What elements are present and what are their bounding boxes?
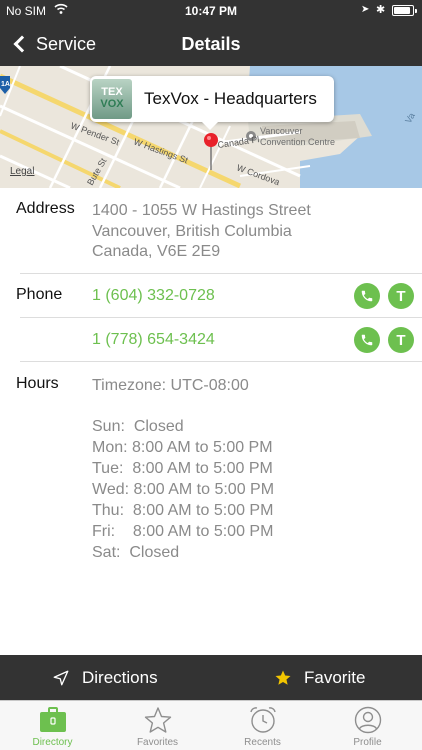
tab-profile[interactable]: Profile	[315, 701, 420, 750]
tab-bar: Directory Favorites Recents Profile	[0, 700, 422, 750]
highway-badge-label: 1A	[1, 81, 10, 88]
person-icon	[354, 706, 382, 734]
logo-line2: VOX	[100, 98, 124, 110]
text-message-button-1[interactable]: T	[388, 283, 414, 309]
hours-day: Thu:	[92, 502, 125, 519]
hours-row-sat: Sat: Closed	[92, 542, 179, 563]
star-icon	[275, 670, 291, 685]
phone-number-2[interactable]: 1 (778) 654-3424	[92, 331, 215, 349]
tab-label: Recents	[244, 737, 281, 748]
tab-directory[interactable]: Directory	[0, 701, 105, 750]
back-button-label: Service	[36, 33, 97, 54]
navigation-bar: Service Details	[0, 22, 422, 66]
phone-icon	[361, 334, 373, 346]
text-t-icon: T	[396, 287, 406, 305]
address-label: Address	[16, 200, 75, 217]
status-time: 10:47 PM	[184, 4, 238, 18]
texvox-logo: TEX VOX	[92, 79, 132, 119]
divider	[20, 361, 422, 362]
hours-time: Closed	[129, 544, 180, 561]
hours-time: 8:00 AM to 5:00 PM	[132, 502, 274, 519]
hours-day: Tue:	[92, 460, 124, 477]
hours-row-mon: Mon: 8:00 AM to 5:00 PM	[92, 437, 273, 458]
navigation-arrow-icon	[53, 670, 69, 685]
back-button[interactable]: Service	[10, 22, 96, 66]
hours-row-sun: Sun: Closed	[92, 416, 184, 437]
chevron-left-icon	[13, 35, 31, 53]
tab-recents[interactable]: Recents	[210, 701, 315, 750]
divider	[20, 317, 422, 318]
phone-label: Phone	[16, 286, 63, 303]
poi-label-line1: Vancouver	[260, 126, 302, 136]
action-bar: Directions Favorite	[0, 655, 422, 700]
hours-time: 8:00 AM to 5:00 PM	[132, 460, 273, 477]
hours-day: Fri:	[92, 523, 116, 540]
logo-line1: TEX	[101, 86, 123, 98]
directions-label: Directions	[82, 667, 158, 687]
directions-button[interactable]: Directions	[52, 655, 158, 700]
hours-row-wed: Wed: 8:00 AM to 5:00 PM	[92, 479, 274, 500]
battery-level-fill	[394, 7, 410, 14]
favorite-label: Favorite	[304, 667, 366, 687]
call-button-2[interactable]	[354, 327, 380, 353]
call-button-1[interactable]	[354, 283, 380, 309]
poi-label-line2: Convention Centre	[260, 137, 335, 147]
favorite-button[interactable]: Favorite	[274, 655, 365, 700]
hours-row-fri: Fri: 8:00 AM to 5:00 PM	[92, 521, 273, 542]
callout-title: TexVox - Headquarters	[144, 89, 317, 108]
status-bar: No SIM 10:47 PM ➤ ✱	[0, 0, 422, 22]
location-callout[interactable]: TEX VOX TexVox - Headquarters	[90, 76, 334, 130]
alarm-clock-icon	[250, 707, 276, 733]
map-legal-link[interactable]: Legal	[10, 166, 34, 177]
hours-row-tue: Tue: 8:00 AM to 5:00 PM	[92, 458, 273, 479]
address-line1[interactable]: 1400 - 1055 W Hastings Street	[92, 200, 311, 221]
tab-label: Profile	[353, 737, 382, 748]
bluetooth-icon: ✱	[376, 4, 386, 16]
divider	[20, 273, 422, 274]
tab-label: Favorites	[136, 737, 179, 748]
hours-day: Sun:	[92, 418, 125, 435]
map-pin-icon	[204, 133, 218, 170]
address-line2[interactable]: Vancouver, British Columbia	[92, 221, 292, 242]
address-line3[interactable]: Canada, V6E 2E9	[92, 241, 220, 262]
hours-day: Sat:	[92, 544, 121, 561]
phone-number-1[interactable]: 1 (604) 332-0728	[92, 287, 215, 305]
battery-icon	[392, 5, 417, 16]
hours-time: 8:00 AM to 5:00 PM	[132, 439, 273, 456]
tab-favorites[interactable]: Favorites	[105, 701, 210, 750]
hours-day: Wed:	[92, 481, 130, 498]
hours-label: Hours	[16, 375, 59, 392]
hours-time: 8:00 AM to 5:00 PM	[132, 523, 274, 540]
hours-day: Mon:	[92, 439, 128, 456]
star-icon	[144, 707, 172, 733]
timezone-text: Timezone: UTC-08:00	[92, 377, 249, 394]
phone-icon	[361, 290, 373, 302]
tab-label: Directory	[32, 737, 73, 748]
hours-row-thu: Thu: 8:00 AM to 5:00 PM	[92, 500, 273, 521]
hours-time: 8:00 AM to 5:00 PM	[133, 481, 275, 498]
location-arrow-icon: ➤	[361, 4, 370, 15]
text-message-button-2[interactable]: T	[388, 327, 414, 353]
text-t-icon: T	[396, 331, 406, 349]
hours-time: Closed	[133, 418, 184, 435]
briefcase-icon	[40, 707, 66, 732]
